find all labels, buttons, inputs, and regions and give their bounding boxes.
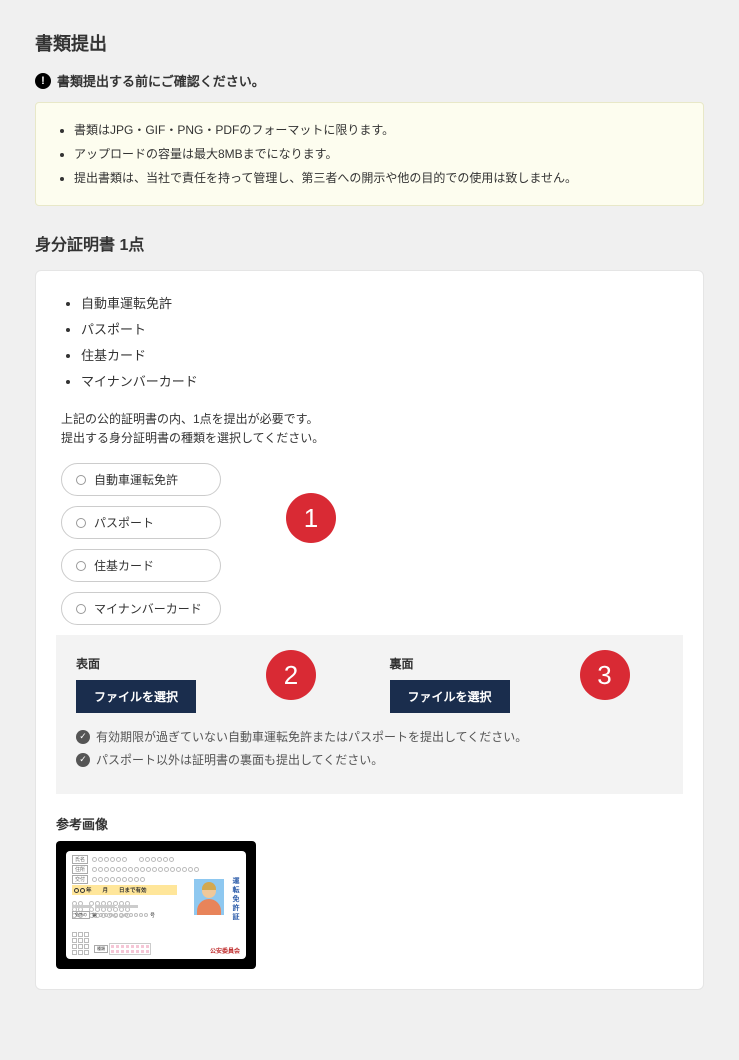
instruction-line: 上記の公的証明書の内、1点を提出が必要です。 bbox=[61, 410, 683, 429]
lic-issue-label: 交付 bbox=[72, 875, 88, 884]
id-card-panel: 自動車運転免許 パスポート 住基カード マイナンバーカード 上記の公的証明書の内… bbox=[35, 270, 704, 990]
doc-type-item: 自動車運転免許 bbox=[81, 291, 683, 317]
radio-label: マイナンバーカード bbox=[94, 600, 202, 617]
warning-row: ! 書類提出する前にご確認ください。 bbox=[35, 71, 704, 90]
info-icon: ! bbox=[35, 73, 51, 89]
check-note-text: パスポート以外は証明書の裏面も提出してください。 bbox=[96, 751, 383, 768]
radio-label: パスポート bbox=[94, 514, 154, 531]
doc-type-item: マイナンバーカード bbox=[81, 369, 683, 395]
doc-type-item: パスポート bbox=[81, 317, 683, 343]
radio-icon bbox=[76, 475, 86, 485]
check-icon: ✓ bbox=[76, 753, 90, 767]
upload-front: 表面 ファイルを選択 2 bbox=[76, 655, 350, 713]
upload-back: 裏面 ファイルを選択 3 bbox=[390, 655, 664, 713]
check-icon: ✓ bbox=[76, 730, 90, 744]
lic-type-label: 種類 bbox=[94, 945, 108, 953]
check-note: ✓ 有効期限が過ぎていない自動車運転免許またはパスポートを提出してください。 bbox=[76, 728, 663, 745]
radio-label: 住基カード bbox=[94, 557, 154, 574]
info-note: 提出書類は、当社で責任を持って管理し、第三者への開示や他の目的での使用は致しませ… bbox=[74, 166, 683, 190]
lic-number-label: 免許の bbox=[72, 911, 90, 919]
upload-area: 表面 ファイルを選択 2 裏面 ファイルを選択 3 ✓ 有効期限が過ぎていない自… bbox=[56, 635, 683, 794]
radio-option-passport[interactable]: パスポート bbox=[61, 506, 221, 539]
radio-option-juki-card[interactable]: 住基カード bbox=[61, 549, 221, 582]
step-badge-1: 1 bbox=[286, 493, 336, 543]
info-note: 書類はJPG・GIF・PNG・PDFのフォーマットに限ります。 bbox=[74, 118, 683, 142]
step-badge-2: 2 bbox=[266, 650, 316, 700]
radio-group: 自動車運転免許 パスポート 住基カード マイナンバーカード 1 bbox=[56, 463, 683, 625]
lic-address-label: 住所 bbox=[72, 865, 88, 874]
file-select-front-button[interactable]: ファイルを選択 bbox=[76, 680, 196, 713]
page-title: 書類提出 bbox=[35, 30, 704, 56]
instruction-text: 上記の公的証明書の内、1点を提出が必要です。 提出する身分証明書の種類を選択して… bbox=[56, 410, 683, 448]
step-badge-3: 3 bbox=[580, 650, 630, 700]
info-box: 書類はJPG・GIF・PNG・PDFのフォーマットに限ります。 アップロードの容… bbox=[35, 102, 704, 206]
instruction-line: 提出する身分証明書の種類を選択してください。 bbox=[61, 429, 683, 448]
lic-valid-text: 年 月 日まで有効 bbox=[86, 886, 147, 894]
radio-label: 自動車運転免許 bbox=[94, 471, 178, 488]
lic-authority: 公安委員会 bbox=[210, 946, 240, 955]
lic-name-label: 氏名 bbox=[72, 855, 88, 864]
radio-icon bbox=[76, 561, 86, 571]
section-title: 身分証明書 1点 bbox=[35, 231, 704, 255]
lic-valid-row: 年 月 日まで有効 bbox=[72, 885, 177, 895]
check-note: ✓ パスポート以外は証明書の裏面も提出してください。 bbox=[76, 751, 663, 768]
radio-option-drivers-license[interactable]: 自動車運転免許 bbox=[61, 463, 221, 496]
check-note-text: 有効期限が過ぎていない自動車運転免許またはパスポートを提出してください。 bbox=[96, 728, 527, 745]
file-select-back-button[interactable]: ファイルを選択 bbox=[390, 680, 510, 713]
radio-option-mynumber[interactable]: マイナンバーカード bbox=[61, 592, 221, 625]
lic-vertical-title: 運転免許証 bbox=[230, 877, 240, 922]
warning-text: 書類提出する前にご確認ください。 bbox=[57, 71, 265, 90]
info-note: アップロードの容量は最大8MBまでになります。 bbox=[74, 142, 683, 166]
reference-title: 参考画像 bbox=[56, 814, 683, 833]
radio-icon bbox=[76, 604, 86, 614]
reference-image: 氏名 住所 交付 年 月 日まで有効 bbox=[56, 841, 256, 969]
lic-photo-icon bbox=[194, 879, 224, 915]
doc-type-item: 住基カード bbox=[81, 343, 683, 369]
radio-icon bbox=[76, 518, 86, 528]
